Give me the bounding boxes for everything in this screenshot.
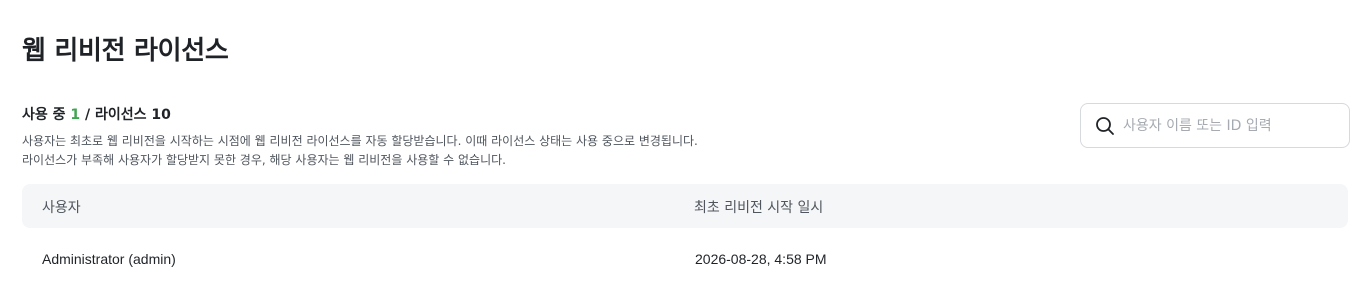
license-label: 라이선스 — [95, 107, 147, 123]
cell-first-revision-date: 2026-08-28, 4:58 PM — [695, 251, 827, 267]
user-search-box[interactable] — [1080, 103, 1350, 148]
license-count: 10 — [151, 107, 171, 123]
used-count: 1 — [70, 107, 81, 123]
license-description: 사용자는 최초로 웹 리비전을 시작하는 시점에 웹 리비전 라이선스를 자동 … — [22, 132, 698, 170]
usage-separator: / — [85, 107, 91, 123]
search-input[interactable] — [1123, 117, 1343, 134]
license-usage-summary: 사용 중 1 / 라이선스 10 — [22, 104, 171, 124]
column-header-user[interactable]: 사용자 — [42, 197, 81, 217]
description-line-2: 라이선스가 부족해 사용자가 할당받지 못한 경우, 해당 사용자는 웹 리비전… — [22, 153, 506, 167]
page-title: 웹 리비전 라이선스 — [22, 36, 229, 66]
table-header: 사용자 최초 리비전 시작 일시 — [22, 184, 1348, 228]
table-row[interactable]: Administrator (admin) 2026-08-28, 4:58 P… — [22, 240, 1348, 280]
used-label: 사용 중 — [22, 107, 66, 123]
description-line-1: 사용자는 최초로 웹 리비전을 시작하는 시점에 웹 리비전 라이선스를 자동 … — [22, 134, 698, 148]
cell-user: Administrator (admin) — [42, 251, 176, 267]
column-header-first-revision-date[interactable]: 최초 리비전 시작 일시 — [694, 197, 823, 217]
search-icon — [1096, 116, 1114, 135]
